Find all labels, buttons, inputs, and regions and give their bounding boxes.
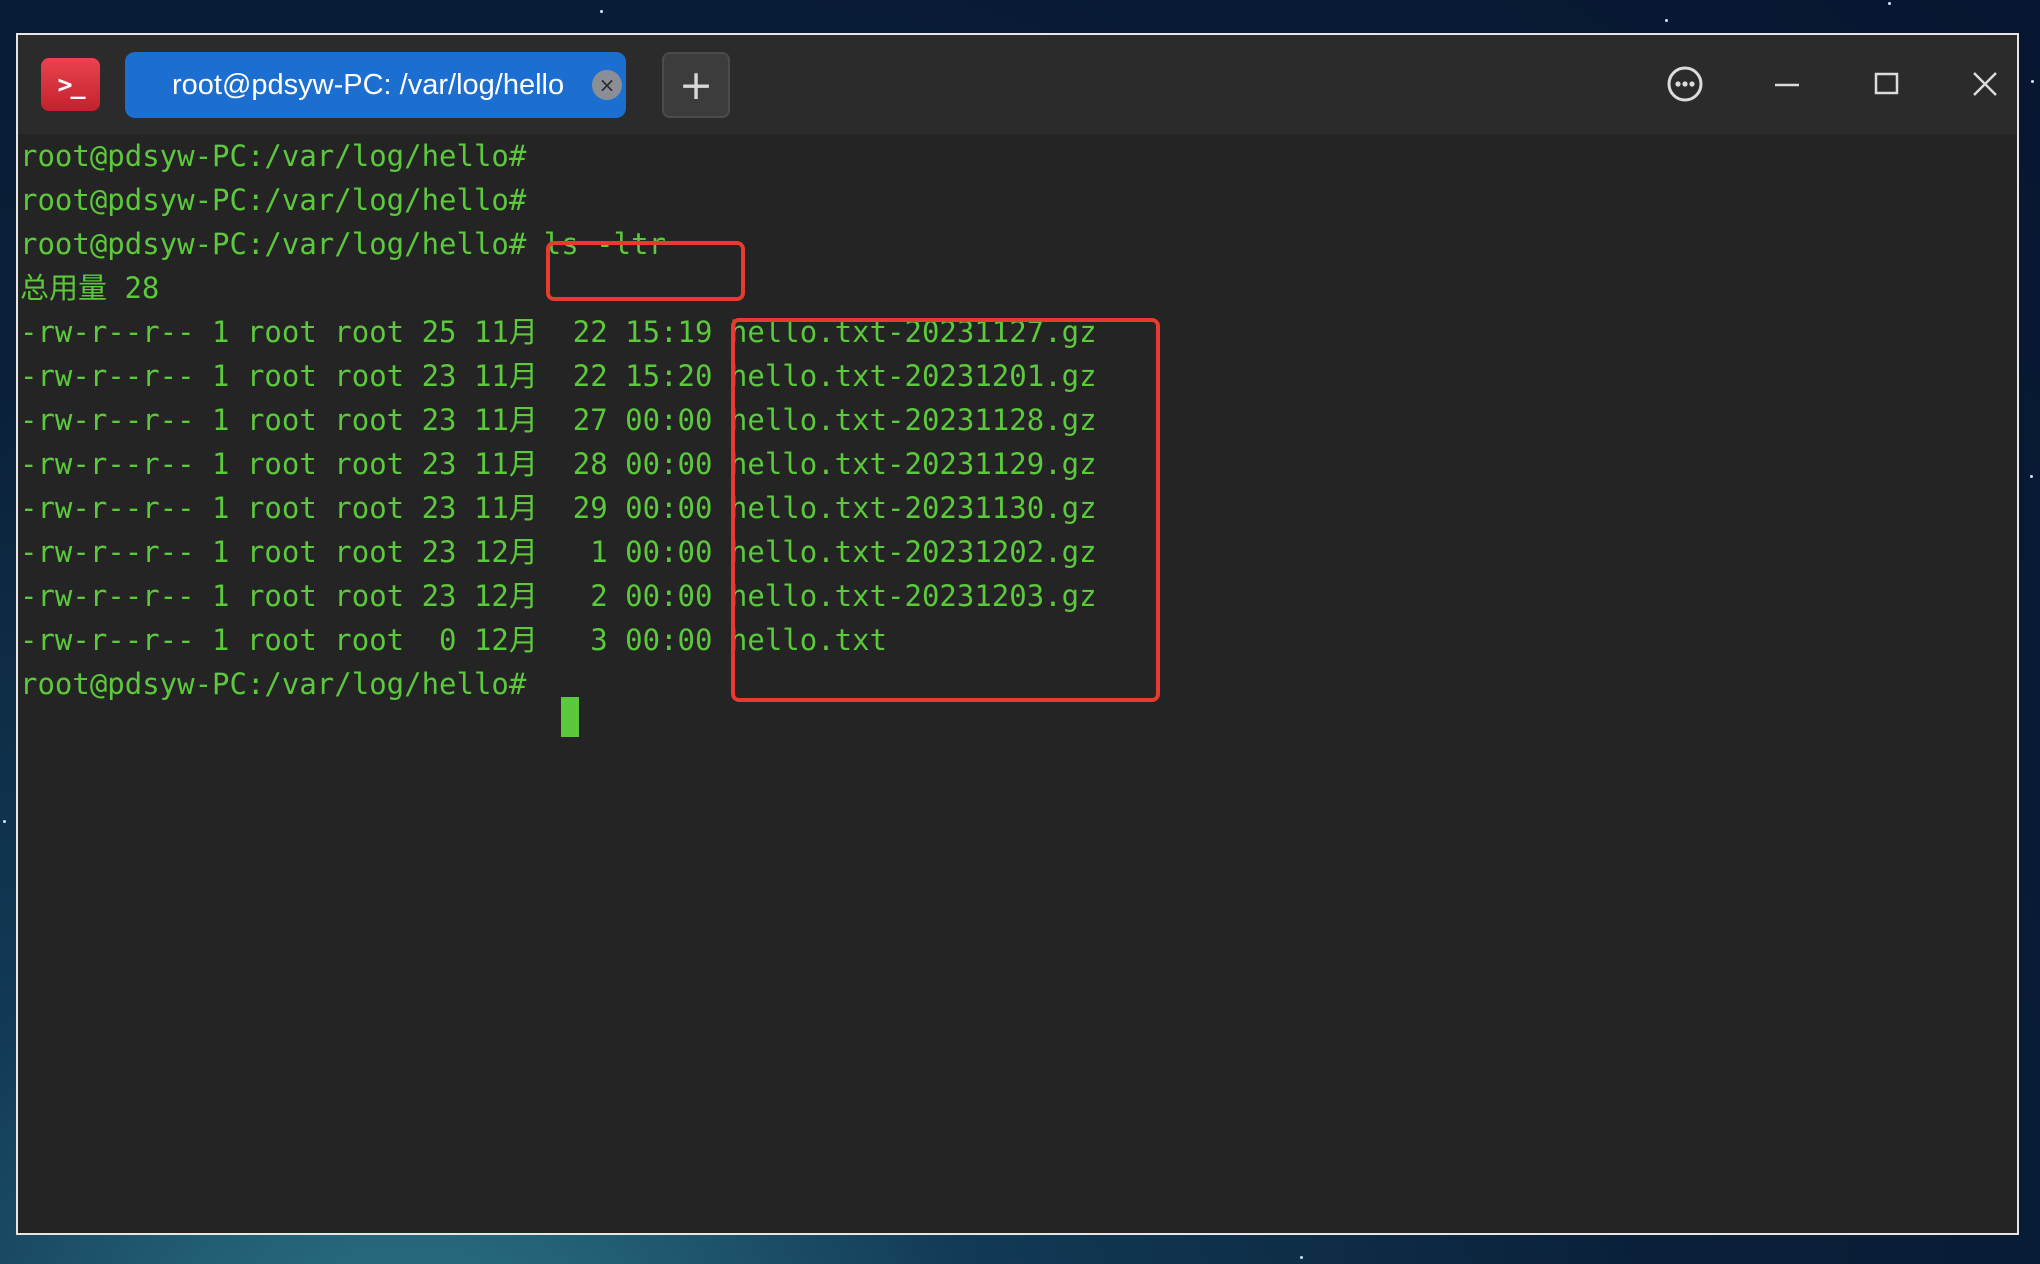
more-options-icon bbox=[1667, 66, 1703, 102]
terminal-prompt: root@pdsyw-PC:/var/log/hello# bbox=[20, 667, 527, 701]
star-decoration bbox=[600, 10, 603, 13]
close-icon bbox=[1973, 72, 1997, 96]
star-decoration bbox=[1888, 2, 1891, 5]
star-decoration bbox=[1300, 1256, 1303, 1259]
filenames-highlight-box bbox=[731, 318, 1160, 702]
more-options-button[interactable] bbox=[1653, 52, 1717, 116]
title-bar[interactable]: >_ root@pdsyw-PC: /var/log/hello × + bbox=[18, 35, 2017, 134]
star-decoration bbox=[2031, 80, 2034, 83]
close-tab-icon[interactable]: × bbox=[592, 70, 622, 100]
tab-terminal-session[interactable]: root@pdsyw-PC: /var/log/hello × bbox=[125, 52, 626, 118]
terminal-line: 总用量 28 bbox=[20, 271, 160, 305]
tab-title: root@pdsyw-PC: /var/log/hello bbox=[172, 69, 565, 101]
terminal-line: root@pdsyw-PC:/var/log/hello# bbox=[20, 183, 527, 217]
terminal-app-icon[interactable]: >_ bbox=[41, 58, 100, 111]
star-decoration bbox=[3, 820, 6, 823]
maximize-icon bbox=[1874, 72, 1899, 95]
minimize-icon bbox=[1775, 83, 1799, 87]
terminal-line: root@pdsyw-PC:/var/log/hello# bbox=[20, 139, 527, 173]
star-decoration bbox=[2030, 475, 2033, 478]
star-decoration bbox=[1665, 19, 1668, 22]
terminal-cursor bbox=[561, 697, 579, 737]
maximize-button[interactable] bbox=[1855, 52, 1919, 116]
new-tab-button[interactable]: + bbox=[662, 52, 730, 118]
command-highlight-box bbox=[546, 241, 745, 301]
close-window-button[interactable] bbox=[1953, 52, 2017, 116]
terminal-output[interactable]: root@pdsyw-PC:/var/log/hello# root@pdsyw… bbox=[20, 134, 2015, 1233]
minimize-button[interactable] bbox=[1755, 52, 1819, 116]
terminal-window: >_ root@pdsyw-PC: /var/log/hello × + roo… bbox=[16, 33, 2019, 1235]
